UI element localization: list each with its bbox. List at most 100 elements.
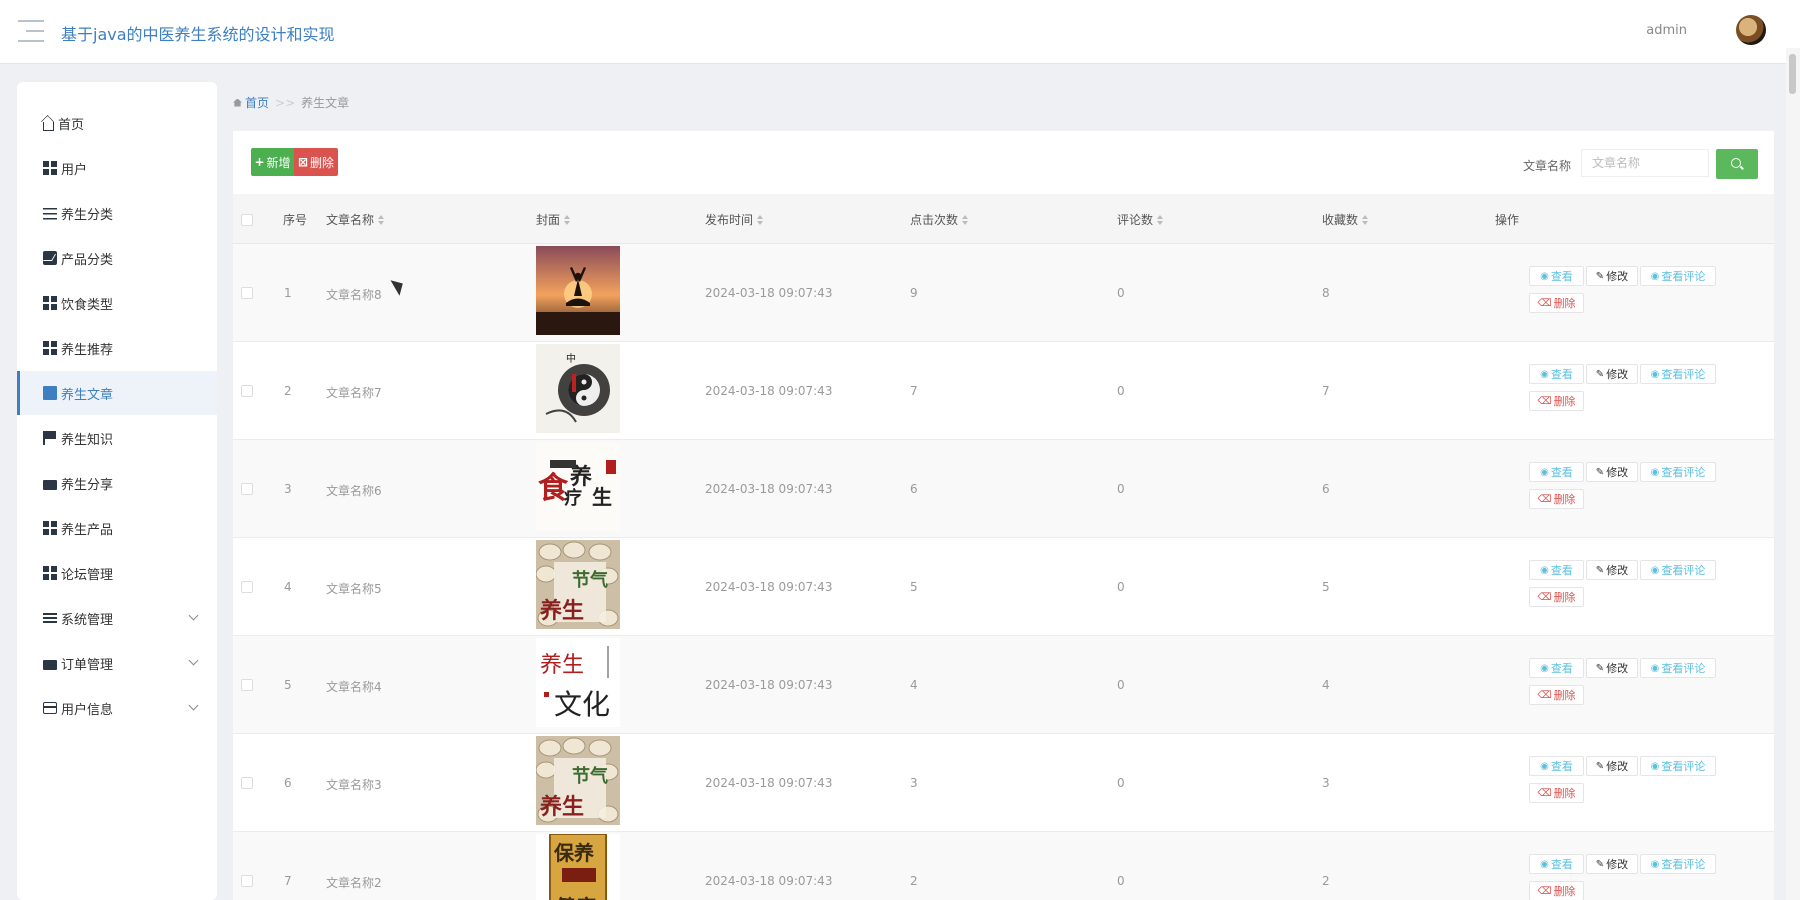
plus-icon: +	[254, 155, 265, 169]
search-input[interactable]	[1581, 149, 1709, 177]
edit-button[interactable]: ✎ 修改	[1586, 658, 1638, 678]
sidebar-item-orders[interactable]: 订单管理	[17, 641, 217, 685]
view-comments-button[interactable]: ◉ 查看评论	[1640, 658, 1716, 678]
sidebar-item-recommendation[interactable]: 养生推荐	[17, 326, 217, 370]
sidebar-item-articles[interactable]: 养生文章	[17, 371, 217, 415]
grid-icon	[43, 566, 57, 580]
edit-button[interactable]: ✎ 修改	[1586, 266, 1638, 286]
row-checkbox[interactable]	[241, 875, 253, 887]
eye-icon: ◉	[1650, 564, 1660, 576]
page-scrollbar[interactable]	[1786, 48, 1800, 900]
add-button-label: 新增	[266, 155, 291, 170]
col-clicks[interactable]: 点击次数	[910, 211, 969, 228]
sidebar-item-knowledge[interactable]: 养生知识	[17, 416, 217, 460]
eye-icon: ◉	[1540, 368, 1549, 380]
sidebar-item-label: 订单管理	[61, 657, 114, 673]
breadcrumb-home-label[interactable]: 首页	[245, 94, 269, 111]
view-comments-button[interactable]: ◉ 查看评论	[1640, 854, 1716, 874]
view-button[interactable]: ◉ 查看	[1529, 462, 1584, 482]
col-cover-label: 封面	[536, 213, 561, 227]
sort-icon[interactable]	[1362, 214, 1369, 225]
breadcrumb: 首页 >> 养生文章	[233, 94, 349, 111]
sort-icon[interactable]	[564, 214, 571, 225]
edit-button[interactable]: ✎ 修改	[1586, 854, 1638, 874]
delete-button[interactable]: ⊠ 删除	[294, 148, 338, 176]
row-checkbox[interactable]	[241, 385, 253, 397]
delete-row-button[interactable]: ⌫ 删除	[1529, 881, 1584, 900]
eye-icon: ◉	[1650, 760, 1660, 772]
delete-row-button[interactable]: ⌫ 删除	[1529, 489, 1584, 509]
breadcrumb-home[interactable]: 首页	[233, 94, 269, 111]
sidebar-item-product-category[interactable]: 产品分类	[17, 236, 217, 280]
row-comments: 0	[1117, 678, 1125, 692]
menu-toggle-icon[interactable]	[18, 20, 44, 42]
delete-row-button[interactable]: ⌫ 删除	[1529, 293, 1584, 313]
col-time[interactable]: 发布时间	[705, 211, 764, 228]
view-button[interactable]: ◉ 查看	[1529, 364, 1584, 384]
edit-button-label: 修改	[1606, 760, 1629, 773]
scrollbar-thumb[interactable]	[1789, 54, 1796, 94]
svg-text:养生: 养生	[539, 794, 584, 820]
row-checkbox[interactable]	[241, 679, 253, 691]
col-favorites[interactable]: 收藏数	[1322, 211, 1369, 228]
add-button[interactable]: + 新增	[251, 148, 294, 176]
view-comments-button[interactable]: ◉ 查看评论	[1640, 462, 1716, 482]
view-comments-button[interactable]: ◉ 查看评论	[1640, 756, 1716, 776]
col-index: 序号	[283, 211, 307, 228]
sort-icon[interactable]	[962, 214, 969, 225]
view-comments-button-label: 查看评论	[1661, 662, 1706, 675]
col-cover[interactable]: 封面	[536, 211, 571, 228]
chevron-down-icon	[188, 655, 199, 666]
row-clicks: 4	[910, 678, 918, 692]
row-clicks: 2	[910, 874, 918, 888]
view-button[interactable]: ◉ 查看	[1529, 560, 1584, 580]
svg-text:养生: 养生	[539, 598, 584, 624]
user-name[interactable]: admin	[1646, 23, 1687, 38]
svg-text:节气: 节气	[572, 569, 608, 591]
view-comments-button[interactable]: ◉ 查看评论	[1640, 364, 1716, 384]
view-button[interactable]: ◉ 查看	[1529, 854, 1584, 874]
col-name[interactable]: 文章名称	[326, 211, 385, 228]
sidebar-item-share[interactable]: 养生分享	[17, 461, 217, 505]
cover-image: 中	[536, 344, 620, 433]
edit-button[interactable]: ✎ 修改	[1586, 560, 1638, 580]
view-comments-button[interactable]: ◉ 查看评论	[1640, 266, 1716, 286]
sidebar-item-home[interactable]: 首页	[17, 101, 217, 145]
search-button[interactable]	[1716, 149, 1758, 179]
row-checkbox[interactable]	[241, 581, 253, 593]
view-button[interactable]: ◉ 查看	[1529, 756, 1584, 776]
select-all-checkbox[interactable]	[241, 214, 253, 226]
sort-icon[interactable]	[378, 214, 385, 225]
row-checkbox[interactable]	[241, 287, 253, 299]
sidebar-item-health-category[interactable]: 养生分类	[17, 191, 217, 235]
edit-button-label: 修改	[1606, 564, 1629, 577]
edit-button[interactable]: ✎ 修改	[1586, 364, 1638, 384]
avatar[interactable]	[1736, 15, 1766, 45]
col-comments[interactable]: 评论数	[1117, 211, 1164, 228]
delete-row-button[interactable]: ⌫ 删除	[1529, 685, 1584, 705]
row-checkbox[interactable]	[241, 483, 253, 495]
delete-row-button[interactable]: ⌫ 删除	[1529, 587, 1584, 607]
sort-icon[interactable]	[757, 214, 764, 225]
breadcrumb-current: 养生文章	[301, 96, 350, 110]
view-button[interactable]: ◉ 查看	[1529, 266, 1584, 286]
sidebar-item-products[interactable]: 养生产品	[17, 506, 217, 550]
sidebar-item-system[interactable]: 系统管理	[17, 596, 217, 640]
chevron-down-icon	[188, 700, 199, 711]
sidebar-item-users[interactable]: 用户	[17, 146, 217, 190]
row-checkbox[interactable]	[241, 777, 253, 789]
edit-button[interactable]: ✎ 修改	[1586, 462, 1638, 482]
sort-icon[interactable]	[1157, 214, 1164, 225]
edit-button[interactable]: ✎ 修改	[1586, 756, 1638, 776]
delete-row-button[interactable]: ⌫ 删除	[1529, 391, 1584, 411]
sidebar-item-user-info[interactable]: 用户信息	[17, 686, 217, 730]
sidebar-item-label: 养生分类	[61, 207, 114, 223]
sidebar-item-forum[interactable]: 论坛管理	[17, 551, 217, 595]
sidebar-item-diet-type[interactable]: 饮食类型	[17, 281, 217, 325]
view-comments-button[interactable]: ◉ 查看评论	[1640, 560, 1716, 580]
row-favorites: 6	[1322, 482, 1330, 496]
row-favorites: 3	[1322, 776, 1330, 790]
view-button[interactable]: ◉ 查看	[1529, 658, 1584, 678]
delete-row-button[interactable]: ⌫ 删除	[1529, 783, 1584, 803]
document-icon	[43, 386, 57, 400]
